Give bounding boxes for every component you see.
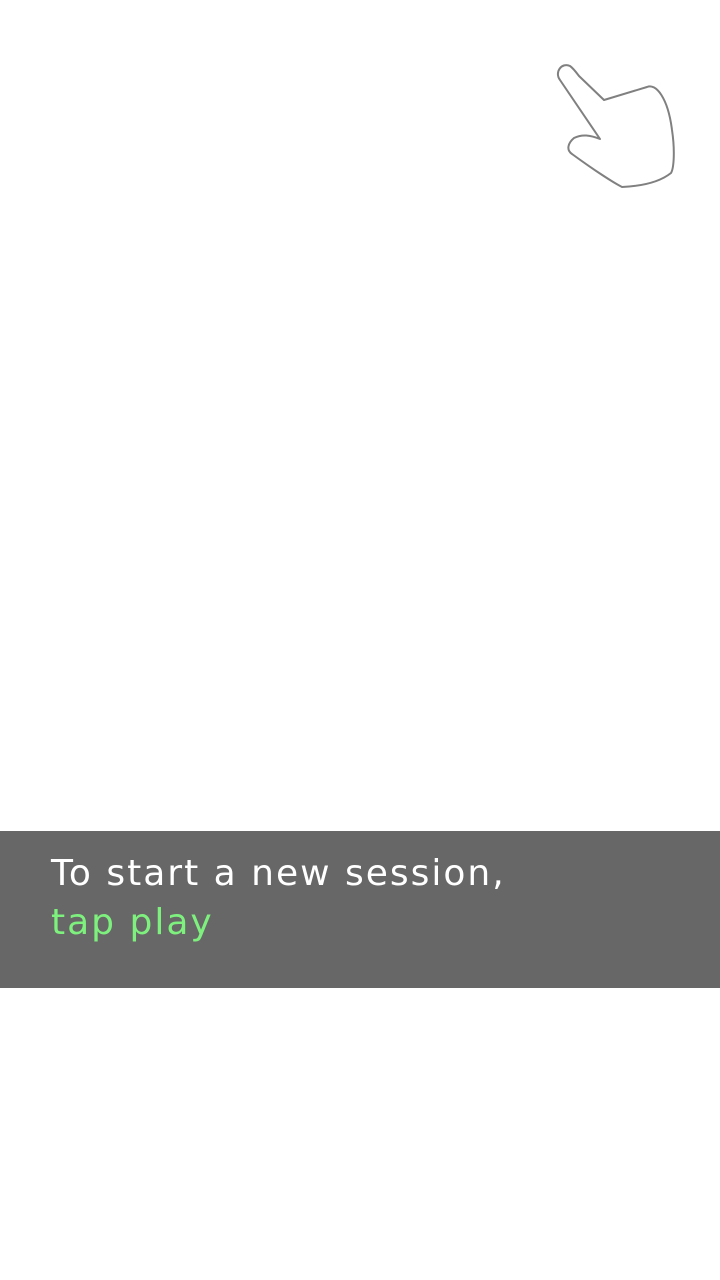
hint-text: To start a new session, (51, 853, 506, 894)
hint-action-text: tap play (51, 902, 214, 943)
hint-banner: To start a new session, tap play (0, 831, 720, 988)
hand-pointer-icon (552, 58, 680, 194)
onboarding-screen: To start a new session, tap play (0, 0, 720, 1280)
